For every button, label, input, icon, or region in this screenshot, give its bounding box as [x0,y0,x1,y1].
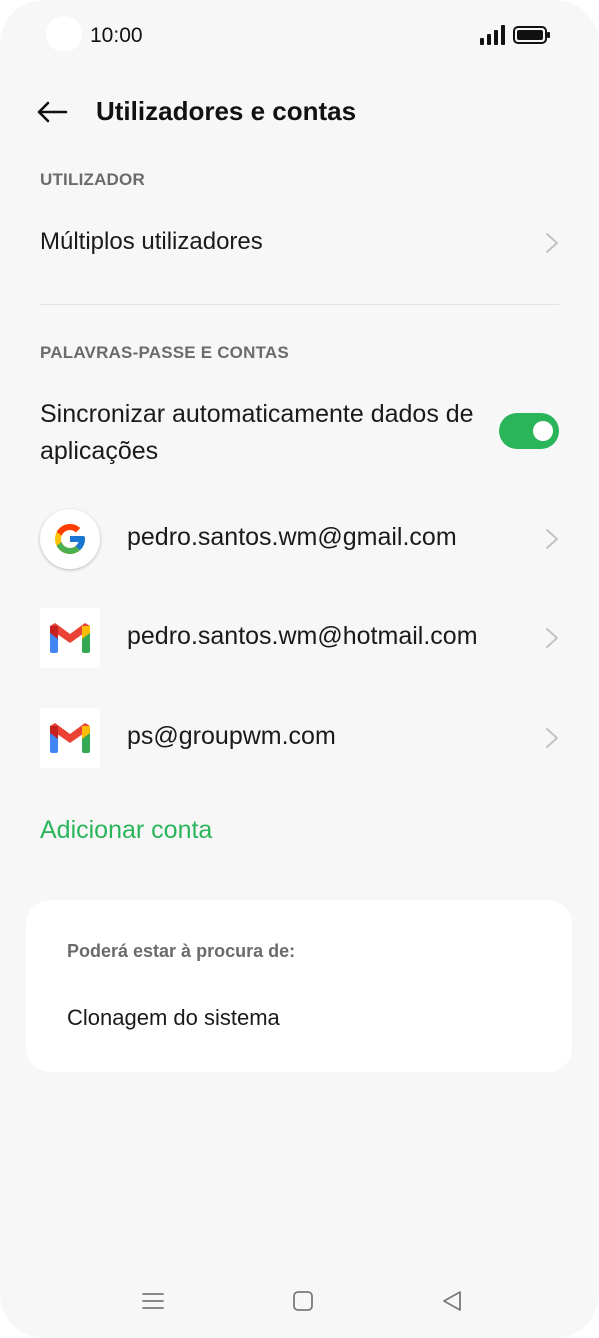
auto-sync-toggle[interactable] [499,413,559,449]
multiple-users-label: Múltiplos utilizadores [40,228,263,255]
home-icon[interactable] [292,1290,314,1312]
add-account-button[interactable]: Adicionar conta [40,816,212,845]
phone-screen: 10:00 Utilizadores e contas UTILIZADOR M… [0,0,599,1338]
section-label-accounts: PALAVRAS-PASSE E CONTAS [40,343,289,362]
battery-icon [513,26,550,44]
app-header: Utilizadores e contas [0,82,599,142]
multiple-users-item[interactable]: Múltiplos utilizadores [0,214,599,274]
suggestions-card: Poderá estar à procura de: Clonagem do s… [26,900,572,1072]
account-email: pedro.santos.wm@hotmail.com [127,622,478,650]
toggle-knob [533,421,553,441]
signal-icon [480,25,505,45]
account-item-google[interactable]: pedro.santos.wm@gmail.com [0,507,599,571]
account-item-groupwm[interactable]: ps@groupwm.com [0,706,599,770]
section-divider [40,304,559,305]
account-email: ps@groupwm.com [127,722,336,750]
gmail-icon [40,608,100,668]
suggestion-item-system-clone[interactable]: Clonagem do sistema [67,1005,280,1031]
section-label-user: UTILIZADOR [40,170,145,189]
account-item-hotmail[interactable]: pedro.santos.wm@hotmail.com [0,606,599,670]
auto-sync-label: Sincronizar automaticamente dados de apl… [40,400,474,465]
suggestions-title: Poderá estar à procura de: [67,941,296,961]
account-email: pedro.santos.wm@gmail.com [127,523,457,551]
chevron-right-icon [546,628,558,648]
status-time: 10:00 [90,24,143,47]
chevron-right-icon [546,529,558,549]
chevron-right-icon [546,233,558,253]
status-bar: 10:00 [0,0,599,70]
back-arrow-icon[interactable] [34,94,70,130]
nav-back-icon[interactable] [441,1290,463,1312]
camera-cutout [46,16,82,52]
page-title: Utilizadores e contas [96,96,357,126]
google-icon [40,509,100,569]
chevron-right-icon [546,728,558,748]
recent-apps-icon[interactable] [142,1290,164,1312]
gmail-icon [40,708,100,768]
navigation-bar [0,1270,599,1330]
